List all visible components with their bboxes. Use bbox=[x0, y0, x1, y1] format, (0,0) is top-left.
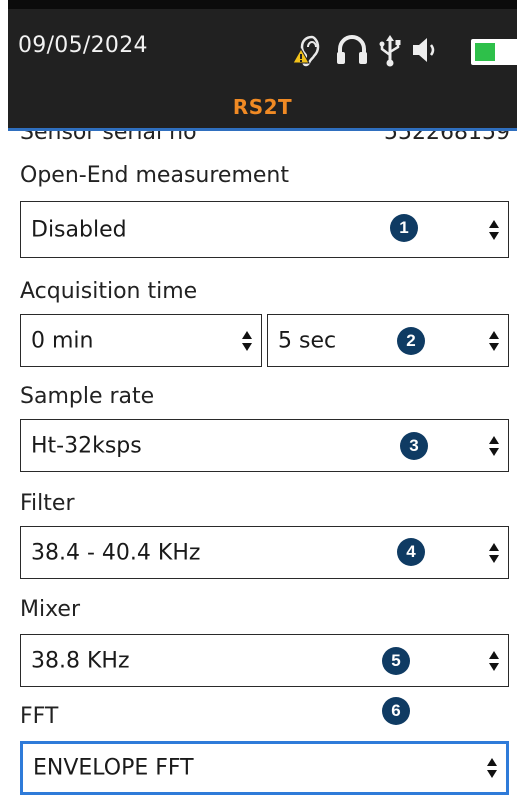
filter-label: Filter bbox=[20, 491, 75, 516]
updown-arrows-icon bbox=[489, 542, 499, 563]
date-display: 09/05/2024 bbox=[18, 33, 148, 58]
usb-icon bbox=[376, 33, 404, 67]
acquisition-sec-select[interactable]: 5 sec bbox=[267, 314, 509, 367]
filter-select[interactable]: 38.4 - 40.4 KHz bbox=[20, 526, 509, 579]
header-divider bbox=[8, 128, 517, 131]
fft-value: ENVELOPE FFT bbox=[33, 755, 194, 781]
updown-arrows-icon bbox=[242, 330, 252, 351]
updown-arrows-icon bbox=[487, 758, 497, 778]
callout-badge-6: 6 bbox=[382, 697, 410, 725]
speaker-icon bbox=[410, 33, 440, 67]
fft-select[interactable]: ENVELOPE FFT bbox=[20, 741, 509, 795]
callout-badge-2: 2 bbox=[397, 327, 425, 355]
callout-badge-1: 1 bbox=[390, 214, 418, 242]
sample-rate-select[interactable]: Ht-32ksps bbox=[20, 419, 509, 472]
updown-arrows-icon bbox=[489, 650, 499, 671]
callout-badge-3: 3 bbox=[400, 432, 428, 460]
battery-level bbox=[475, 43, 495, 61]
mixer-label: Mixer bbox=[20, 597, 81, 622]
acquisition-min-select[interactable]: 0 min bbox=[20, 314, 262, 367]
status-bar: 09/05/2024 RS2T bbox=[8, 0, 517, 128]
callout-badge-4: 4 bbox=[397, 538, 425, 566]
filter-value: 38.4 - 40.4 KHz bbox=[31, 540, 201, 565]
warning-ear-icon bbox=[290, 33, 330, 67]
sample-rate-value: Ht-32ksps bbox=[31, 433, 142, 458]
open-end-select[interactable]: Disabled bbox=[20, 201, 509, 258]
updown-arrows-icon bbox=[489, 330, 499, 351]
battery-icon bbox=[471, 39, 517, 65]
mixer-select[interactable]: 38.8 KHz bbox=[20, 634, 509, 687]
sample-rate-label: Sample rate bbox=[20, 384, 155, 409]
headphones-icon bbox=[334, 33, 370, 67]
updown-arrows-icon bbox=[489, 219, 499, 240]
fft-label: FFT bbox=[20, 704, 59, 729]
acquisition-time-label: Acquisition time bbox=[20, 279, 198, 304]
acquisition-sec-value: 5 sec bbox=[278, 328, 337, 353]
acquisition-min-value: 0 min bbox=[31, 328, 94, 353]
page-title: RS2T bbox=[232, 95, 293, 119]
status-icons bbox=[290, 33, 440, 67]
callout-badge-5: 5 bbox=[382, 647, 410, 675]
updown-arrows-icon bbox=[489, 435, 499, 456]
open-end-label: Open-End measurement bbox=[20, 163, 289, 188]
open-end-value: Disabled bbox=[31, 217, 127, 242]
mixer-value: 38.8 KHz bbox=[31, 648, 130, 673]
